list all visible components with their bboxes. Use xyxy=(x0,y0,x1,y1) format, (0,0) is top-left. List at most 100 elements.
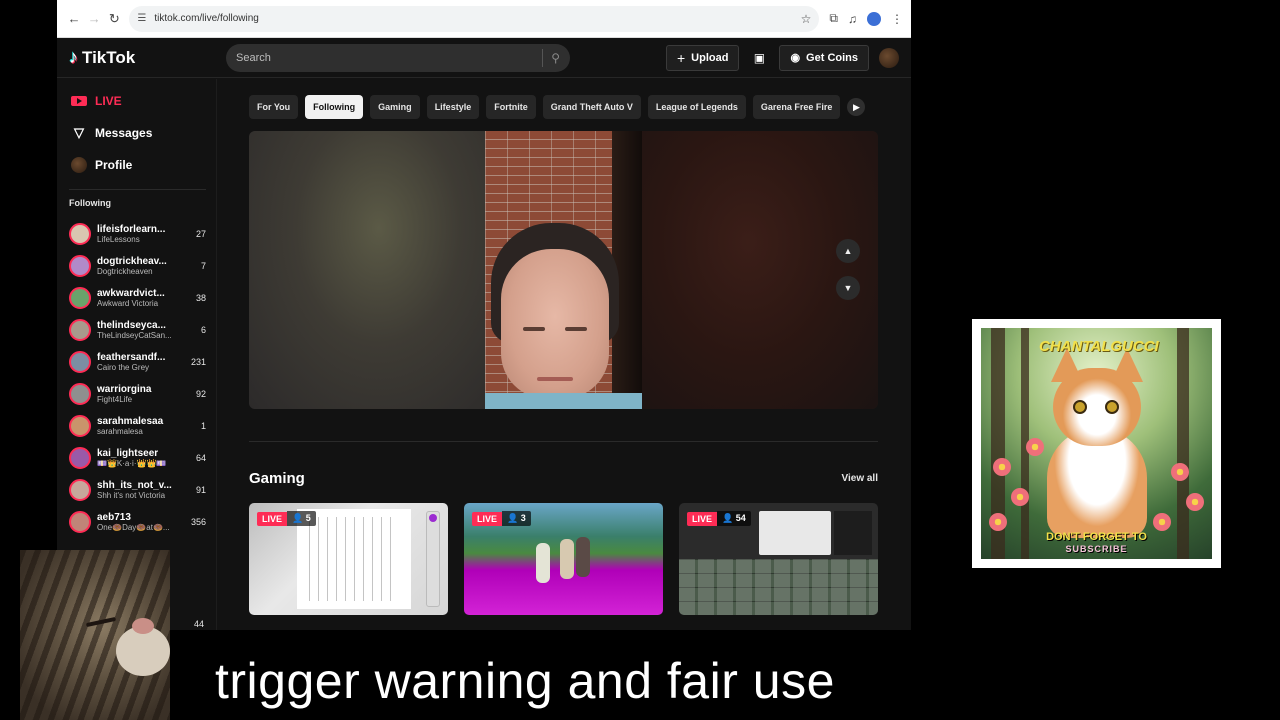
upload-button[interactable]: + Upload xyxy=(665,44,740,71)
extensions-icon[interactable]: ⧉ xyxy=(829,11,838,26)
following-avatar xyxy=(69,255,91,277)
live-card[interactable]: LIVE 👤 5 xyxy=(249,503,448,615)
tab-garena-free-fire[interactable]: Garena Free Fire xyxy=(752,95,841,119)
following-username: aeb713 xyxy=(97,512,131,523)
following-text: sarahmalesaa sarahmalesa xyxy=(97,416,184,436)
tiktok-logo[interactable]: ♪ TikTok xyxy=(69,47,226,68)
media-controls-icon[interactable]: ♫ xyxy=(848,12,857,26)
artwork-title: CHANTALGUCCI xyxy=(1039,338,1159,355)
reload-icon[interactable]: ↻ xyxy=(105,7,123,31)
view-all-link[interactable]: View all xyxy=(841,473,878,484)
cat-artwork-image: CHANTALGUCCI DON'T FORGET TO SUBSCRIBE xyxy=(981,328,1212,559)
tab-for-you[interactable]: For You xyxy=(249,95,299,119)
next-stream-button[interactable]: ▼ xyxy=(836,276,860,300)
flower xyxy=(1026,438,1044,456)
viewer-count: 👤 5 xyxy=(287,511,316,526)
following-nickname: One🍩Day🍩at🍩... xyxy=(97,523,170,532)
browser-menu-icon[interactable]: ⋮ xyxy=(891,12,903,26)
tab-fortnite[interactable]: Fortnite xyxy=(486,95,536,119)
bookmark-star-icon[interactable]: ☆ xyxy=(801,12,812,26)
following-viewer-count: 1 xyxy=(200,421,206,431)
tree-trunk xyxy=(1177,328,1189,559)
main-content: For You Following Gaming Lifestyle Fortnite G… xyxy=(249,79,889,630)
blurred-background-right xyxy=(642,131,878,409)
following-text: aeb713 One🍩Day🍩at🍩... xyxy=(97,512,184,532)
following-viewer-count: 356 xyxy=(190,517,206,527)
get-coins-button[interactable]: ◉ Get Coins xyxy=(779,44,869,71)
sidebar-item-profile[interactable]: Profile xyxy=(69,149,216,181)
viewer-count-value: 5 xyxy=(305,513,311,523)
following-item[interactable]: dogtrickheav... Dogtrickheaven 7 xyxy=(69,250,216,282)
sidebar-item-live[interactable]: LIVE xyxy=(69,85,216,117)
following-item[interactable]: thelindseyca... TheLindseyCatSan... 6 xyxy=(69,314,216,346)
following-item[interactable]: kai_lightseer 💷👑K·a·i·👑👑💷 64 xyxy=(69,442,216,474)
live-player[interactable]: ▲ ▼ xyxy=(249,131,878,409)
following-item[interactable]: lifeisforlearn... LifeLessons 27 xyxy=(69,218,216,250)
following-item[interactable]: shh_its_not_v... Shh it's not Victoria 91 xyxy=(69,474,216,506)
live-stream-video[interactable] xyxy=(485,131,642,409)
gaming-section-header: Gaming View all xyxy=(249,470,878,487)
following-text: awkwardvict... Awkward Victoria xyxy=(97,288,184,308)
card-thumbnail-dialog xyxy=(759,511,831,555)
following-text: dogtrickheav... Dogtrickheaven xyxy=(97,256,184,276)
back-icon[interactable]: ← xyxy=(65,7,83,31)
following-text: shh_its_not_v... Shh it's not Victoria xyxy=(97,480,184,500)
subscribe-cat-artwork: CHANTALGUCCI DON'T FORGET TO SUBSCRIBE xyxy=(972,319,1221,568)
logo-text: TikTok xyxy=(82,47,136,67)
upload-label: Upload xyxy=(691,51,729,64)
cat-webcam-overlay: rs xyxy=(20,550,170,720)
previous-stream-button[interactable]: ▲ xyxy=(836,239,860,263)
gaming-title: Gaming xyxy=(249,470,305,487)
card-thumbnail-keyboard xyxy=(679,559,878,615)
streamer-eye xyxy=(523,327,545,331)
subscribe-cta-line2: SUBSCRIBE xyxy=(1065,544,1128,554)
tiktok-header: ♪ TikTok Search ⚲ + Upload ▣ ◉ Get Coins xyxy=(57,38,911,78)
sidebar-item-messages[interactable]: ▽ Messages xyxy=(69,117,216,149)
following-item[interactable]: aeb713 One🍩Day🍩at🍩... 356 xyxy=(69,506,216,538)
following-username: kai_lightseer xyxy=(97,448,159,459)
tab-league-of-legends[interactable]: League of Legends xyxy=(647,95,746,119)
browser-profile-avatar[interactable] xyxy=(867,11,881,26)
following-item[interactable]: sarahmalesaa sarahmalesa 1 xyxy=(69,410,216,442)
following-viewer-count: 91 xyxy=(195,485,206,495)
card-thumbnail-sidepanel xyxy=(834,511,872,555)
site-info-icon[interactable]: ☰ xyxy=(137,13,146,24)
user-avatar[interactable] xyxy=(879,47,899,68)
following-viewer-count: 7 xyxy=(200,261,206,271)
live-card[interactable]: LIVE 👤 54 xyxy=(679,503,878,615)
subscribe-cta-line1: DON'T FORGET TO xyxy=(1046,531,1147,543)
tab-gaming[interactable]: Gaming xyxy=(370,95,420,119)
inbox-icon[interactable]: ▣ xyxy=(749,48,769,68)
following-avatar xyxy=(69,447,91,469)
address-bar[interactable]: ☰ tiktok.com/live/following ☆ xyxy=(129,5,820,32)
following-avatar xyxy=(69,383,91,405)
following-avatar xyxy=(69,319,91,341)
tab-grand-theft-auto-v[interactable]: Grand Theft Auto V xyxy=(542,95,641,119)
following-username: shh_its_not_v... xyxy=(97,480,172,491)
following-item[interactable]: feathersandf... Cairo the Grey 231 xyxy=(69,346,216,378)
following-viewer-count: 92 xyxy=(195,389,206,399)
tabs-next-button[interactable]: ▶ xyxy=(847,98,866,116)
cat-head xyxy=(1053,368,1141,446)
following-item[interactable]: warriorgina Fight4Life 92 xyxy=(69,378,216,410)
tab-lifestyle[interactable]: Lifestyle xyxy=(426,95,480,119)
search-icon[interactable]: ⚲ xyxy=(551,51,560,65)
forward-icon[interactable]: → xyxy=(85,7,103,31)
search-divider xyxy=(542,48,544,67)
following-viewer-count: 27 xyxy=(195,229,206,239)
following-username: thelindseyca... xyxy=(97,320,166,331)
tab-following[interactable]: Following xyxy=(305,95,364,119)
live-badge: LIVE 👤 3 xyxy=(472,511,531,526)
live-badge: LIVE 👤 54 xyxy=(687,511,751,526)
viewer-count: 👤 3 xyxy=(502,511,531,526)
sidebar-item-label: LIVE xyxy=(95,94,122,108)
game-character xyxy=(576,537,590,577)
following-text: kai_lightseer 💷👑K·a·i·👑👑💷 xyxy=(97,448,184,468)
search-input[interactable]: Search ⚲ xyxy=(226,43,570,72)
following-item[interactable]: awkwardvict... Awkward Victoria 38 xyxy=(69,282,216,314)
live-card[interactable]: LIVE 👤 3 xyxy=(464,503,663,615)
cat-eye xyxy=(1105,400,1119,414)
flower xyxy=(1186,493,1204,511)
following-viewer-count: 6 xyxy=(200,325,206,335)
following-nickname: Fight4Life xyxy=(97,395,133,404)
